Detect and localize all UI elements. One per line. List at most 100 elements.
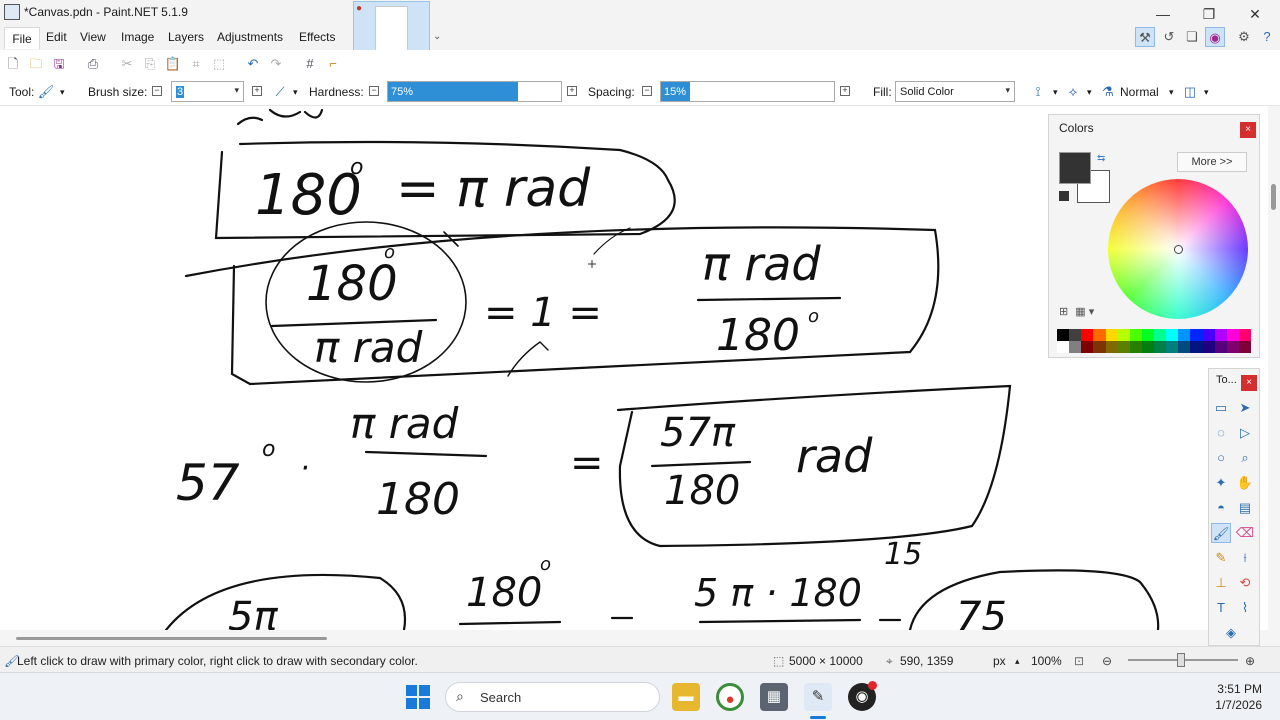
brush-size-decrease-button[interactable]: − <box>152 86 162 96</box>
palette-swatch[interactable] <box>1154 329 1167 341</box>
chevron-up-icon[interactable]: ▴ <box>1015 656 1020 667</box>
palette-swatch[interactable] <box>1238 329 1251 341</box>
palette-swatch[interactable] <box>1226 329 1239 341</box>
palette-swatch[interactable] <box>1081 341 1094 353</box>
minimize-button[interactable]: — <box>1140 0 1186 28</box>
rectangle-select-icon[interactable]: ▭ <box>1211 398 1231 418</box>
file-explorer-icon[interactable]: ▬ <box>672 683 700 711</box>
color-picker-add-icon[interactable]: ⊞ <box>1059 306 1068 318</box>
tools-panel-close-button[interactable]: × <box>1241 375 1257 391</box>
palette-swatch[interactable] <box>1141 329 1154 341</box>
zoom-value[interactable]: 100% <box>1031 654 1062 668</box>
eraser-icon[interactable]: ⌫ <box>1235 523 1255 543</box>
calculator-icon[interactable]: ▦ <box>760 683 788 711</box>
crop-icon[interactable]: ⌗ <box>187 55 205 73</box>
palette-swatch[interactable] <box>1190 341 1203 353</box>
close-button[interactable]: ✕ <box>1232 0 1278 28</box>
palette-swatch[interactable] <box>1238 341 1251 353</box>
thumbnail-close-icon[interactable]: ● <box>356 3 362 14</box>
menu-adjustments[interactable]: Adjustments <box>217 30 283 44</box>
move-selected-icon[interactable]: ➤ <box>1235 398 1255 418</box>
open-icon[interactable]: 🗀 <box>27 55 45 73</box>
color-palette[interactable] <box>1057 329 1251 353</box>
gradient-icon[interactable]: ▤ <box>1235 498 1255 518</box>
restore-button[interactable]: ❐ <box>1186 0 1232 28</box>
zoom-icon[interactable]: ⌕ <box>1235 448 1255 468</box>
magic-wand-icon[interactable]: ✦ <box>1211 473 1231 493</box>
ellipse-select-icon[interactable]: ○ <box>1211 448 1231 468</box>
swap-colors-icon[interactable]: ⇆ <box>1097 153 1105 164</box>
chrome-icon[interactable]: ● <box>716 683 744 711</box>
menu-file[interactable]: File <box>4 27 40 49</box>
paintbrush-icon[interactable]: 🖌 <box>1211 523 1231 543</box>
palette-swatch[interactable] <box>1057 341 1070 353</box>
palette-swatch[interactable] <box>1117 341 1130 353</box>
colors-panel-close-button[interactable]: × <box>1240 122 1256 138</box>
hardness-increase-button[interactable]: + <box>567 86 577 96</box>
thumbnail-list-dropdown-icon[interactable]: ⌄ <box>433 31 441 42</box>
palette-swatch[interactable] <box>1166 329 1179 341</box>
ruler-icon[interactable]: ⌐ <box>324 55 342 73</box>
units-selector[interactable]: px <box>993 654 1006 668</box>
history-window-toggle-icon[interactable]: ↺ <box>1159 27 1179 47</box>
palette-swatch[interactable] <box>1214 329 1227 341</box>
palette-swatch[interactable] <box>1093 341 1106 353</box>
spacing-slider[interactable]: 15% <box>660 81 835 102</box>
selection-clipping-icon[interactable]: ⟡ <box>1064 83 1082 101</box>
zoom-slider-thumb[interactable] <box>1177 653 1185 667</box>
pan-icon[interactable]: ✋ <box>1235 473 1255 493</box>
shapes-icon[interactable]: ◈ <box>1221 623 1241 643</box>
chevron-down-icon[interactable]: ▾ <box>234 85 239 96</box>
chevron-down-icon[interactable]: ▾ <box>1169 87 1174 98</box>
pencil-icon[interactable]: ✎ <box>1211 548 1231 568</box>
windows-start-button[interactable] <box>406 685 430 709</box>
chevron-down-icon[interactable]: ▾ <box>1204 87 1209 98</box>
menu-effects[interactable]: Effects <box>299 30 335 44</box>
settings-gear-icon[interactable]: ⚙ <box>1234 27 1254 47</box>
paintbrush-tool-dropdown-icon[interactable]: 🖌 <box>37 83 55 101</box>
vertical-scroll-thumb[interactable] <box>1271 184 1276 210</box>
zoom-to-window-icon[interactable]: ⊡ <box>1074 654 1084 668</box>
layers-window-toggle-icon[interactable]: ❏ <box>1182 27 1202 47</box>
copy-icon[interactable]: ⎘ <box>141 55 159 73</box>
palette-swatch[interactable] <box>1105 341 1118 353</box>
fill-select[interactable]: Solid Color ▾ <box>895 81 1015 102</box>
alpha-blending-icon[interactable]: ◫ <box>1181 83 1199 101</box>
paintnet-taskbar-icon[interactable]: ✎ <box>804 683 832 711</box>
palette-swatch[interactable] <box>1178 341 1191 353</box>
palette-swatch[interactable] <box>1093 329 1106 341</box>
palette-swatch[interactable] <box>1105 329 1118 341</box>
undo-icon[interactable]: ↶ <box>244 55 262 73</box>
palette-swatch[interactable] <box>1202 329 1215 341</box>
menu-image[interactable]: Image <box>121 30 154 44</box>
primary-color-swatch[interactable] <box>1059 152 1091 184</box>
horizontal-scrollbar[interactable] <box>0 630 1268 646</box>
paste-icon[interactable]: 📋 <box>164 55 182 73</box>
move-selection-icon[interactable]: ▷ <box>1235 423 1255 443</box>
brush-size-increase-button[interactable]: + <box>252 86 262 96</box>
paint-bucket-icon[interactable]: ◓ <box>1211 498 1231 518</box>
cut-icon[interactable]: ✂ <box>118 55 136 73</box>
spacing-increase-button[interactable]: + <box>840 86 850 96</box>
palette-swatch[interactable] <box>1129 341 1142 353</box>
grid-icon[interactable]: # <box>301 55 319 73</box>
palette-swatch[interactable] <box>1154 341 1167 353</box>
zoom-in-icon[interactable]: ⊕ <box>1245 654 1255 668</box>
line-curve-icon[interactable]: ⌇ <box>1235 598 1255 618</box>
palette-swatch[interactable] <box>1129 329 1142 341</box>
clock-date[interactable]: 1/7/2026 <box>1200 698 1262 712</box>
deselect-icon[interactable]: ⬚ <box>210 55 228 73</box>
spacing-decrease-button[interactable]: − <box>642 86 652 96</box>
hardness-slider[interactable]: 75% <box>387 81 562 102</box>
print-icon[interactable]: ⎙ <box>84 55 102 73</box>
palette-swatch[interactable] <box>1214 341 1227 353</box>
menu-layers[interactable]: Layers <box>168 30 204 44</box>
clone-stamp-icon[interactable]: ⊥ <box>1211 573 1231 593</box>
zoom-out-icon[interactable]: ⊖ <box>1102 654 1112 668</box>
blend-mode-icon[interactable]: ⚗ <box>1099 83 1117 101</box>
redo-icon[interactable]: ↷ <box>267 55 285 73</box>
chevron-down-icon[interactable]: ▾ <box>1087 87 1092 98</box>
save-icon[interactable]: 🖫 <box>50 55 68 73</box>
chevron-down-icon[interactable]: ▾ <box>60 87 65 98</box>
color-wheel-cursor[interactable] <box>1174 245 1183 254</box>
